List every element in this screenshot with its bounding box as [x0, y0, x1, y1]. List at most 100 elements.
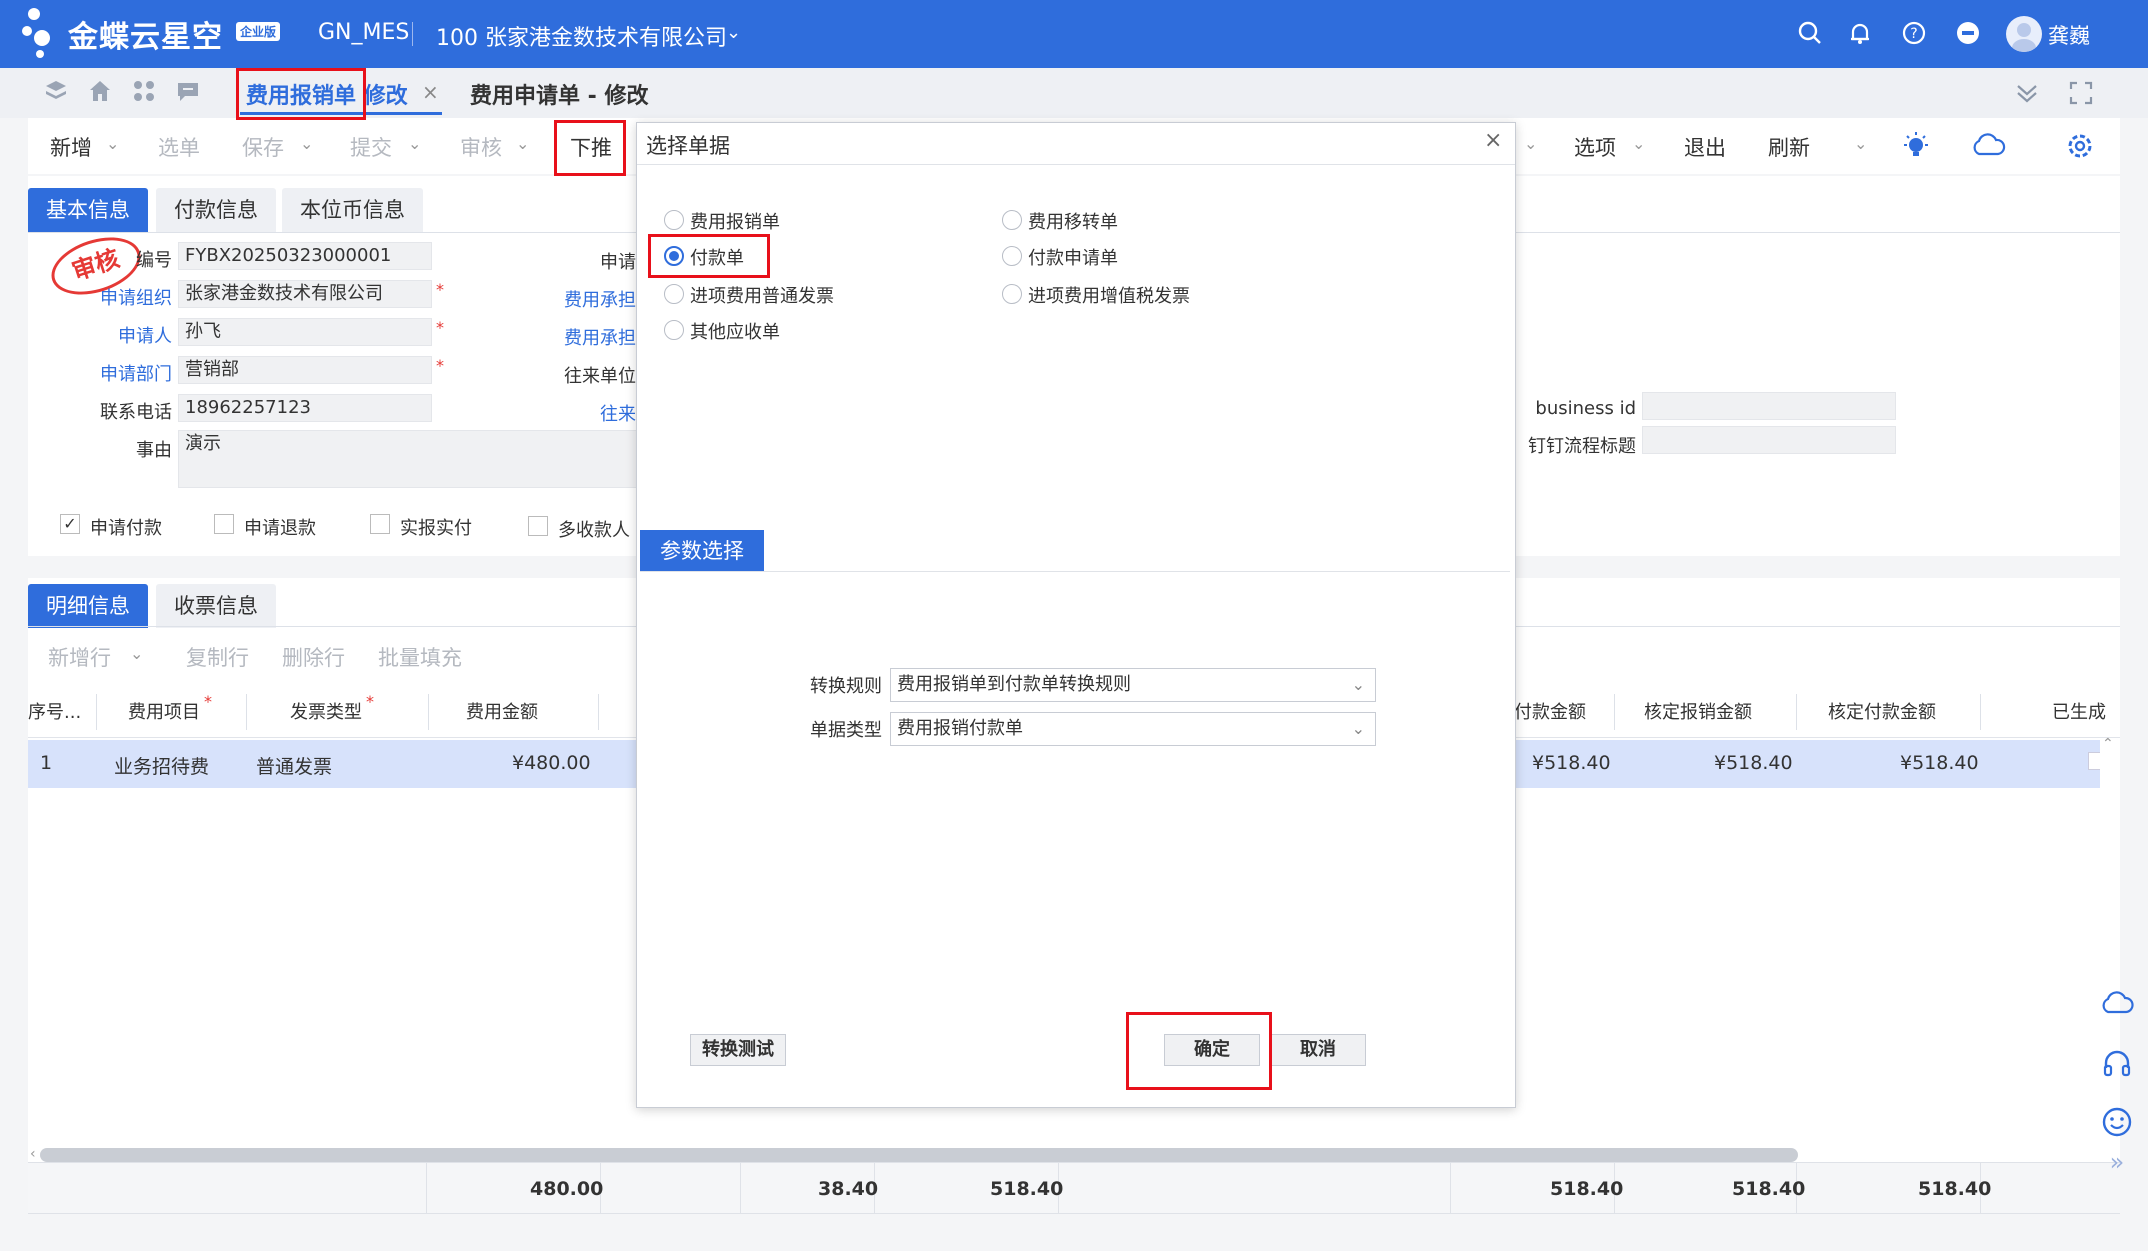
rule-select[interactable]: 费用报销单到付款单转换规则 ⌄	[890, 668, 1376, 702]
bell-icon[interactable]	[1846, 20, 1874, 48]
radio-label[interactable]: 费用移转单	[1028, 208, 1118, 234]
org-field[interactable]: 张家港金数技术有限公司	[178, 280, 432, 308]
bulb-icon[interactable]	[1900, 130, 1932, 167]
chevron-down-icon[interactable]: ⌄	[1632, 134, 1645, 153]
col-amount[interactable]: 费用金额	[466, 698, 538, 724]
radio-expense-transfer[interactable]	[1002, 210, 1022, 230]
multi-payee-checkbox[interactable]	[528, 516, 548, 536]
cell-pay-amount[interactable]: ¥518.40	[1532, 752, 1611, 774]
radio-input-normal-invoice[interactable]	[664, 284, 684, 304]
tab-param-selection[interactable]: 参数选择	[640, 530, 764, 572]
close-icon[interactable]: ×	[422, 80, 439, 104]
cell-invoice-type[interactable]: 普通发票	[256, 752, 332, 779]
radio-label[interactable]: 进项费用增值税发票	[1028, 282, 1190, 308]
chevron-down-icon[interactable]: ⌄	[1854, 134, 1867, 153]
options-button[interactable]: 选项	[1574, 132, 1616, 162]
chevron-down-icon[interactable]: ⌄	[1524, 134, 1537, 153]
chevron-down-icon[interactable]: ⌄	[1352, 669, 1365, 701]
tab-payment-info[interactable]: 付款信息	[156, 188, 276, 232]
app-name[interactable]: GN_MES	[318, 20, 409, 45]
tab-expense-request[interactable]: 费用申请单 - 修改	[470, 78, 648, 110]
radio-label[interactable]: 费用报销单	[690, 208, 780, 234]
col-approved-reimb[interactable]: 核定报销金额	[1644, 698, 1752, 724]
tab-basic-info[interactable]: 基本信息	[28, 188, 148, 232]
layers-icon[interactable]	[42, 78, 70, 106]
col-invoice-type[interactable]: 发票类型	[290, 698, 362, 724]
bill-no-field[interactable]: FYBX20250323000001	[178, 242, 432, 270]
col-generated[interactable]: 已生成	[2052, 698, 2106, 724]
chevron-down-icon[interactable]: ⌄	[300, 134, 313, 153]
fullscreen-icon[interactable]	[2068, 80, 2094, 112]
expand-icon[interactable]: »	[2100, 1148, 2134, 1182]
col-seq[interactable]: 序号...	[28, 698, 81, 724]
chevron-down-icon[interactable]: ⌄	[106, 134, 119, 153]
applicant-field[interactable]: 孙飞	[178, 318, 432, 346]
search-icon[interactable]	[1796, 20, 1824, 48]
smile-icon[interactable]	[2100, 1106, 2134, 1140]
business-id-field[interactable]	[1642, 392, 1896, 420]
cloud-icon[interactable]	[2100, 990, 2134, 1024]
radio-other-receivable[interactable]	[664, 320, 684, 340]
scroll-left-icon[interactable]: ‹	[30, 1146, 36, 1162]
minus-circle-icon[interactable]	[1954, 20, 1982, 48]
select-doc-button[interactable]: 选单	[158, 132, 200, 162]
chevron-down-icon[interactable]: ⌄	[516, 134, 529, 153]
radio-label[interactable]: 其他应收单	[690, 318, 780, 344]
copy-row-button[interactable]: 复制行	[186, 642, 249, 672]
apply-payment-checkbox[interactable]: ✓	[60, 514, 80, 534]
chat-icon[interactable]	[174, 78, 202, 106]
gear-icon[interactable]	[2064, 130, 2096, 167]
col-pay-amount[interactable]: 付款金额	[1514, 698, 1586, 724]
reason-field[interactable]: 演示	[178, 430, 638, 488]
save-button[interactable]: 保存	[242, 132, 284, 162]
org-selector[interactable]: 100 张家港金数技术有限公司	[436, 20, 727, 52]
cell-approved-reimb[interactable]: ¥518.40	[1714, 752, 1793, 774]
home-icon[interactable]	[86, 78, 114, 106]
cell-approved-pay[interactable]: ¥518.40	[1900, 752, 1979, 774]
audit-button[interactable]: 审核	[460, 132, 502, 162]
radio-label[interactable]: 付款申请单	[1028, 244, 1118, 270]
radio-payment-request[interactable]	[1002, 246, 1022, 266]
apps-icon[interactable]	[130, 78, 158, 106]
apply-refund-checkbox[interactable]	[214, 514, 234, 534]
tab-invoice-info[interactable]: 收票信息	[156, 584, 276, 628]
close-icon[interactable]: ×	[1484, 128, 1502, 153]
tab-base-currency-info[interactable]: 本位币信息	[282, 188, 423, 232]
tab-detail-info[interactable]: 明细信息	[28, 584, 148, 628]
vertical-scrollbar[interactable]	[2100, 738, 2114, 1158]
cell-expense-item[interactable]: 业务招待费	[114, 752, 209, 779]
dept-field[interactable]: 营销部	[178, 356, 432, 384]
phone-field[interactable]: 18962257123	[178, 394, 432, 422]
collapse-icon[interactable]	[2014, 80, 2040, 112]
horizontal-scrollbar[interactable]	[40, 1148, 1798, 1162]
chevron-down-icon[interactable]: ⌄	[1352, 713, 1365, 745]
add-row-button[interactable]: 新增行	[48, 642, 111, 672]
chevron-down-icon[interactable]: ⌄	[130, 644, 143, 663]
col-approved-pay[interactable]: 核定付款金额	[1828, 698, 1936, 724]
help-icon[interactable]: ?	[1900, 20, 1928, 48]
headset-icon[interactable]	[2100, 1048, 2134, 1082]
scroll-up-icon[interactable]: ⌃	[2102, 736, 2114, 752]
new-button[interactable]: 新增	[50, 132, 92, 162]
chevron-down-icon[interactable]: ⌄	[408, 134, 421, 153]
exit-button[interactable]: 退出	[1684, 132, 1726, 162]
chevron-down-icon[interactable]: ⌄	[726, 22, 741, 43]
avatar[interactable]	[2006, 16, 2042, 52]
user-name[interactable]: 龚巍	[2048, 20, 2090, 50]
delete-row-button[interactable]: 删除行	[282, 642, 345, 672]
radio-label[interactable]: 进项费用普通发票	[690, 282, 834, 308]
dingding-title-field[interactable]	[1642, 426, 1896, 454]
actual-payment-checkbox[interactable]	[370, 514, 390, 534]
refresh-button[interactable]: 刷新	[1768, 132, 1810, 162]
cloud-icon[interactable]	[1970, 132, 2006, 163]
billtype-select[interactable]: 费用报销付款单 ⌄	[890, 712, 1376, 746]
convert-test-button[interactable]: 转换测试	[690, 1034, 786, 1066]
batch-fill-button[interactable]: 批量填充	[378, 642, 462, 672]
radio-expense-reimbursement[interactable]	[664, 210, 684, 230]
cancel-button[interactable]: 取消	[1270, 1034, 1366, 1066]
totals-row	[28, 1162, 2120, 1214]
submit-button[interactable]: 提交	[350, 132, 392, 162]
col-expense-item[interactable]: 费用项目	[128, 698, 200, 724]
radio-input-vat-invoice[interactable]	[1002, 284, 1022, 304]
cell-amount[interactable]: ¥480.00	[512, 752, 591, 774]
